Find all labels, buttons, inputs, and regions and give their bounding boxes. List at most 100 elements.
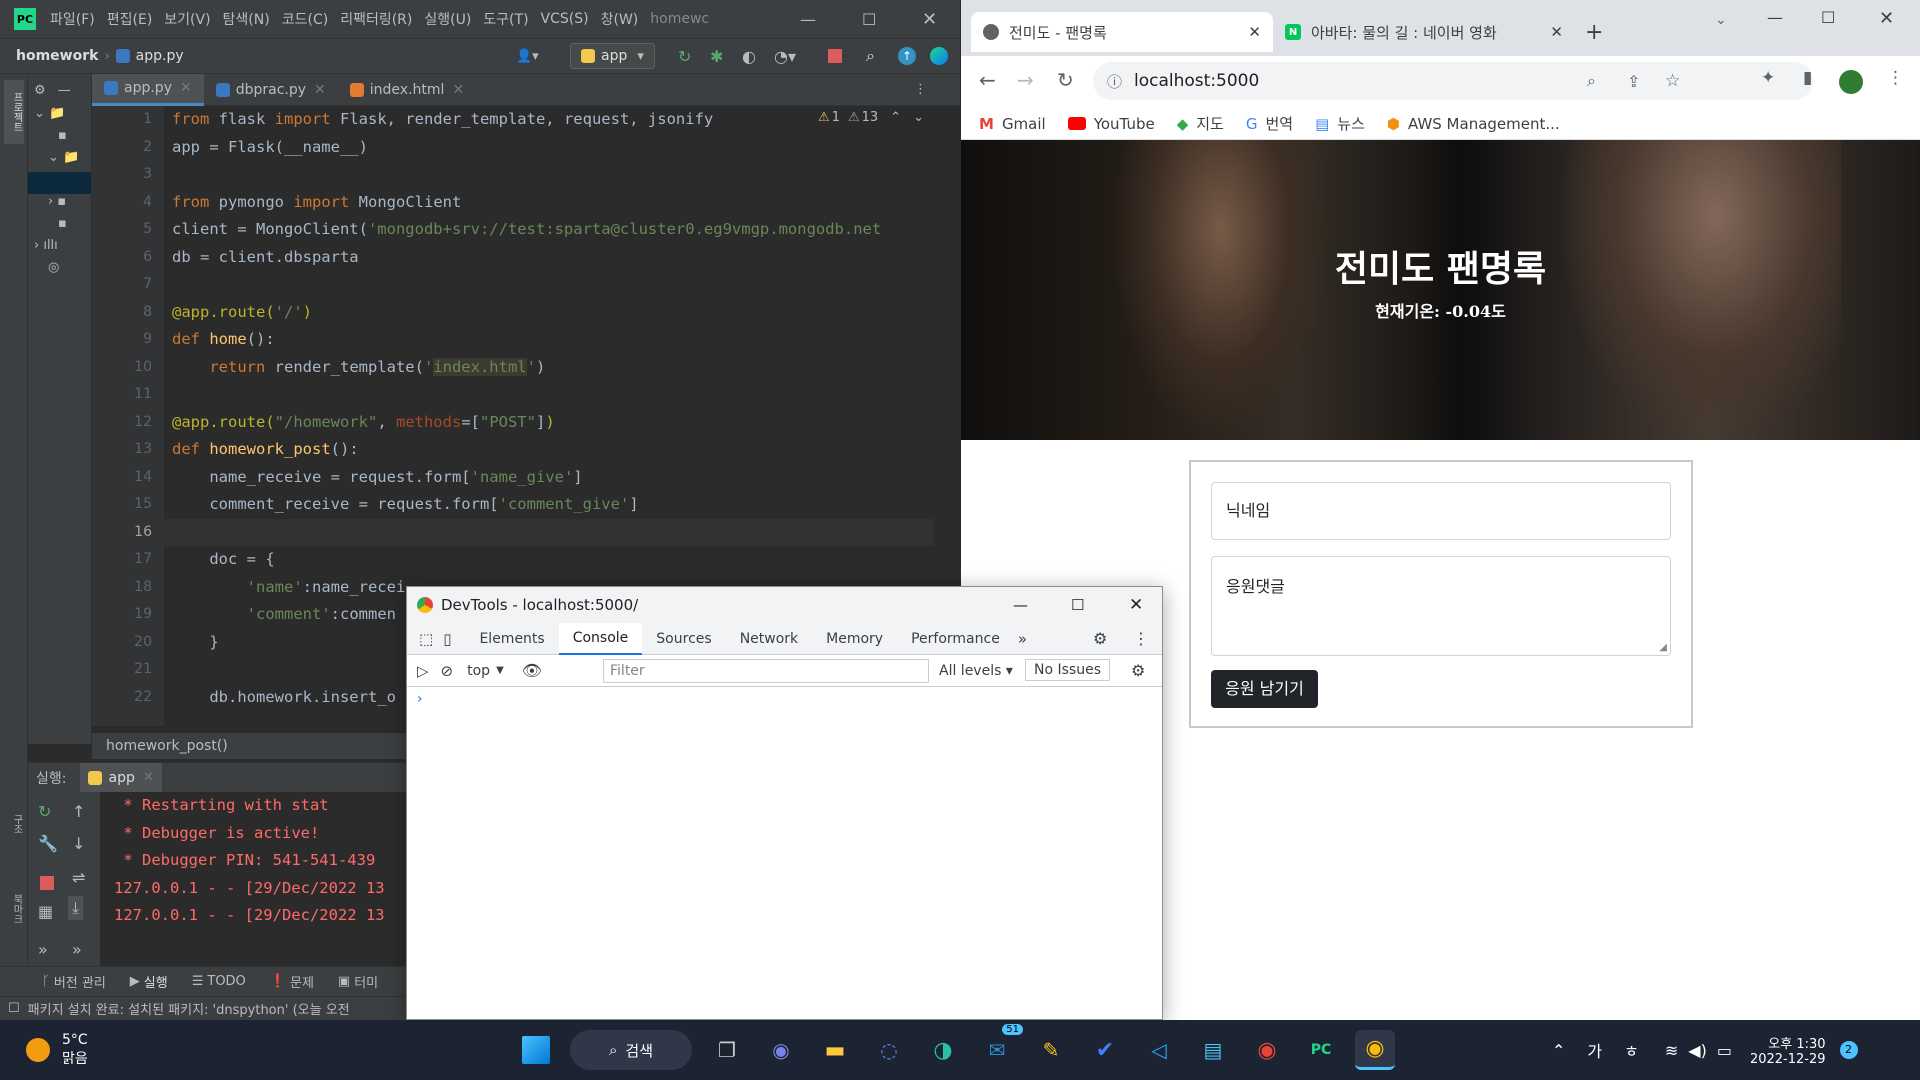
menu-window[interactable]: 창(W)	[601, 9, 639, 29]
inspection-widget[interactable]: ⚠ 1 ⚠ 13 ⌃ ⌄	[818, 110, 924, 125]
chevron-up-icon[interactable]: ⌃	[890, 110, 901, 125]
inspect-icon[interactable]: ⬚	[419, 630, 433, 648]
chat-icon[interactable]: ◉	[761, 1030, 801, 1070]
run-config-selector[interactable]: app ▾	[570, 43, 655, 69]
stop-icon[interactable]	[40, 876, 54, 890]
avatar[interactable]	[1839, 70, 1863, 94]
debug-icon[interactable]: ✱	[710, 47, 723, 66]
browser-tab[interactable]: N 아바타: 물의 길 : 네이버 영화 ✕	[1273, 12, 1575, 52]
resize-handle-icon[interactable]: ◢	[1659, 642, 1667, 653]
close-tab-icon[interactable]: ✕	[180, 80, 192, 96]
tab-app-py[interactable]: app.py ✕	[92, 73, 204, 106]
wifi-icon[interactable]: ≋	[1665, 1041, 1678, 1060]
layout-icon[interactable]: ▦	[38, 902, 53, 921]
task-view-icon[interactable]: ❐	[707, 1030, 747, 1070]
plugin-icon[interactable]	[930, 47, 948, 65]
bookmark-gmail[interactable]: Gmail	[1002, 115, 1046, 133]
chrome-active-icon[interactable]: ◉	[1355, 1030, 1395, 1070]
menu-code[interactable]: 코드(C)	[282, 9, 328, 29]
tree-item[interactable]: ▪	[28, 216, 91, 238]
weather-widget[interactable]: 5°C 맑음	[26, 1028, 88, 1072]
tab-index-html[interactable]: index.html ✕	[338, 74, 476, 106]
extensions-icon[interactable]: ✦	[1761, 68, 1775, 88]
close-tab-icon[interactable]: ✕	[1248, 23, 1261, 41]
pycharm-icon[interactable]: PC	[1301, 1030, 1341, 1070]
run-tab-app[interactable]: app ✕	[80, 762, 162, 793]
update-icon[interactable]: ↑	[898, 47, 916, 65]
tree-item[interactable]: ▪	[28, 128, 91, 150]
arrow-down-icon[interactable]: ↓	[72, 834, 85, 853]
comment-textarea[interactable]: 응원댓글 ◢	[1211, 556, 1671, 656]
collapse-icon[interactable]: —	[58, 83, 71, 98]
close-tab-icon[interactable]: ✕	[452, 82, 464, 98]
tree-item-selected[interactable]	[28, 172, 91, 194]
sticky-notes-icon[interactable]: ✎	[1031, 1030, 1071, 1070]
chrome-icon[interactable]: ◉	[1247, 1030, 1287, 1070]
status-message[interactable]: 패키지 설치 완료: 설치된 패키지: 'dnspython' (오늘 오전	[28, 999, 350, 1018]
windows-start-icon[interactable]	[522, 1036, 550, 1064]
more-icon[interactable]: »	[38, 940, 48, 959]
sidebar-toggle-icon[interactable]: ▷	[417, 662, 429, 680]
chrome-menu-icon[interactable]: ⋮	[1887, 68, 1904, 88]
tree-item[interactable]: ⌄ 📁	[28, 106, 91, 128]
maximize-icon[interactable]: ☐	[862, 10, 876, 29]
gear-icon[interactable]: ⚙	[34, 83, 46, 98]
soft-wrap-icon[interactable]: ⇌	[72, 868, 85, 887]
stop-icon[interactable]	[828, 49, 842, 63]
submit-comment-button[interactable]: 응원 남기기	[1211, 670, 1318, 708]
back-icon[interactable]: ←	[979, 68, 996, 92]
star-icon[interactable]: ☆	[1665, 71, 1680, 91]
devtools-tab-console[interactable]: Console	[558, 622, 643, 655]
maximize-icon[interactable]: ☐	[1071, 596, 1084, 614]
chevron-down-icon[interactable]: ⌄	[913, 110, 924, 125]
menu-navigate[interactable]: 탐색(N)	[223, 9, 270, 29]
volume-icon[interactable]: ◀)	[1688, 1041, 1707, 1060]
devtools-tab-network[interactable]: Network	[726, 623, 812, 655]
tree-item-scratches[interactable]: ◎	[28, 260, 91, 282]
arrow-up-icon[interactable]: ↑	[72, 802, 85, 821]
minimize-icon[interactable]: —	[1767, 8, 1783, 27]
log-levels-dropdown[interactable]: All levels ▾	[939, 663, 1013, 679]
menu-run[interactable]: 실행(U)	[424, 9, 471, 29]
menu-tools[interactable]: 도구(T)	[483, 9, 528, 29]
ime-indicator[interactable]: 가	[1587, 1038, 1602, 1062]
bookmark-translate[interactable]: 번역	[1265, 113, 1293, 134]
bookmark-aws[interactable]: AWS Management...	[1408, 115, 1560, 133]
file-explorer-icon[interactable]: ▬	[815, 1030, 855, 1070]
close-tab-icon[interactable]: ✕	[143, 770, 154, 785]
tray-chevron-icon[interactable]: ⌃	[1552, 1041, 1565, 1060]
devtools-tab-sources[interactable]: Sources	[642, 623, 725, 655]
bookmark-youtube[interactable]: YouTube	[1094, 115, 1155, 133]
tool-tab-problems[interactable]: 문제	[290, 972, 314, 991]
tab-menu-icon[interactable]: ⋮	[914, 82, 927, 97]
coverage-icon[interactable]: ◐	[742, 47, 756, 66]
mail-icon[interactable]: ✉ 51	[977, 1024, 1023, 1070]
issues-button[interactable]: No Issues	[1025, 659, 1110, 681]
close-icon[interactable]: ✕	[922, 9, 937, 30]
forward-icon[interactable]: →	[1017, 68, 1034, 92]
more-options-icon[interactable]: ⋮	[1133, 629, 1149, 648]
new-tab-icon[interactable]: +	[1585, 20, 1603, 45]
live-expression-icon[interactable]: 👁	[522, 661, 542, 680]
notification-badge[interactable]: 2	[1839, 1041, 1858, 1059]
notepad-icon[interactable]: ▤	[1193, 1030, 1233, 1070]
close-window-icon[interactable]: ✕	[1879, 8, 1894, 29]
structure-tool-button[interactable]: 구조	[4, 814, 24, 854]
bookmarks-tool-button[interactable]: 북마크	[4, 894, 24, 934]
nav-file[interactable]: app.py	[136, 48, 184, 64]
tree-item[interactable]: › ▪	[28, 194, 91, 216]
profile-icon[interactable]: ◔▾	[774, 47, 796, 66]
clear-console-icon[interactable]: ⊘	[441, 662, 454, 680]
search-icon[interactable]: ⌕	[866, 46, 875, 66]
console-settings-icon[interactable]: ⚙	[1131, 661, 1145, 680]
ime-mode-icon[interactable]: ㅎ	[1624, 1038, 1639, 1062]
device-toolbar-icon[interactable]: ▯	[443, 630, 451, 648]
bookmark-news[interactable]: 뉴스	[1337, 113, 1365, 134]
battery-icon[interactable]: ▭	[1717, 1041, 1732, 1060]
tree-item[interactable]: ⌄ 📁	[28, 150, 91, 172]
maximize-icon[interactable]: ☐	[1821, 8, 1835, 27]
devtools-tab-memory[interactable]: Memory	[812, 623, 897, 655]
devtools-tab-performance[interactable]: Performance	[897, 623, 1014, 655]
address-bar[interactable]: ⓘ localhost:5000 ⌕ ⇪ ☆	[1093, 62, 1813, 100]
app-icon[interactable]: ◌	[869, 1030, 909, 1070]
